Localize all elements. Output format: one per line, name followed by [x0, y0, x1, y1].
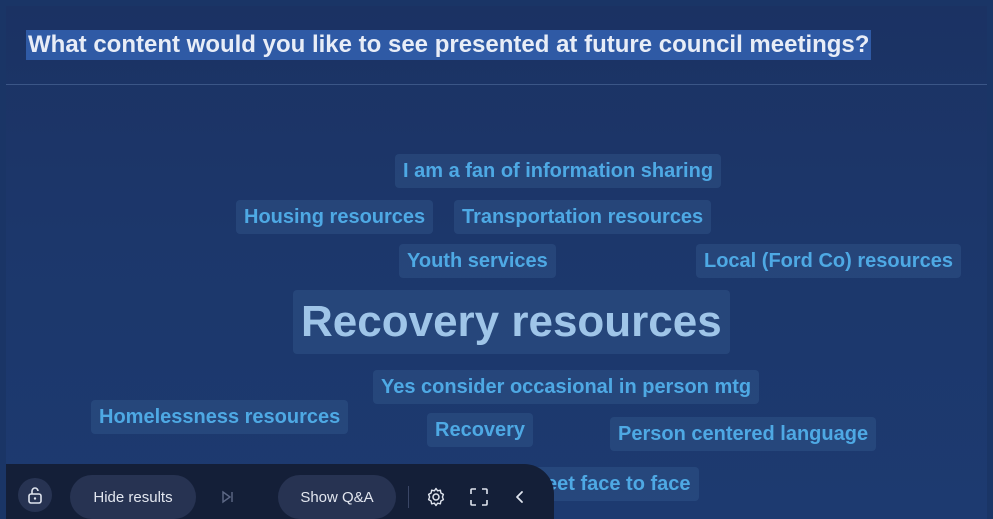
word-cloud-item: Youth services: [399, 244, 556, 278]
word-cloud-item: I am a fan of information sharing: [395, 154, 722, 188]
word-cloud-item: Transportation resources: [454, 200, 712, 234]
collapse-toolbar-button[interactable]: [502, 475, 538, 519]
hide-results-label: Hide results: [93, 488, 173, 506]
fullscreen-icon: [470, 488, 488, 506]
settings-button[interactable]: [418, 475, 454, 519]
fullscreen-button[interactable]: [461, 475, 497, 519]
word-cloud-item: Recovery: [427, 413, 534, 447]
next-button[interactable]: [210, 475, 246, 519]
word-cloud-item: Homelessness resources: [91, 400, 349, 434]
word-cloud-item: Local (Ford Co) resources: [696, 244, 961, 278]
toolbar-divider: [408, 486, 409, 508]
word-cloud-item: Housing resources: [236, 200, 434, 234]
question-title: What content would you like to see prese…: [26, 30, 872, 60]
hide-results-button[interactable]: Hide results: [70, 475, 196, 519]
presentation-slide: What content would you like to see prese…: [6, 6, 987, 519]
show-qa-label: Show Q&A: [300, 488, 374, 506]
word-cloud-item-top: Recovery resources: [293, 290, 730, 354]
question-header: What content would you like to see prese…: [6, 6, 987, 85]
unlock-icon: [28, 487, 42, 504]
gear-icon: [427, 487, 445, 507]
word-cloud-item: Yes consider occasional in person mtg: [373, 370, 760, 404]
chevron-left-icon: [516, 491, 523, 503]
unlock-button[interactable]: [18, 478, 52, 512]
presenter-toolbar: Hide results Show Q&A: [6, 464, 554, 519]
skip-next-icon: [222, 490, 233, 504]
show-qa-button[interactable]: Show Q&A: [278, 475, 396, 519]
word-cloud-item: Person centered language: [610, 417, 877, 451]
